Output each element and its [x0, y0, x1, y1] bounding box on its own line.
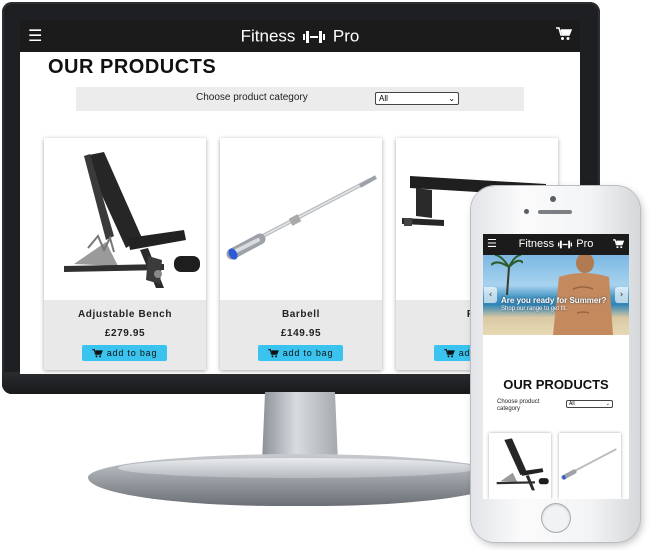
chevron-right-icon[interactable]: ›: [615, 287, 628, 303]
add-to-bag-button[interactable]: add to bag: [82, 345, 167, 361]
product-name[interactable]: Adjustable Bench: [44, 309, 206, 320]
chevron-left-icon[interactable]: ‹: [484, 287, 497, 303]
adjustable-bench-image: [496, 438, 549, 491]
mobile-category-select-value: All: [569, 401, 575, 407]
product-name[interactable]: Barbell: [220, 309, 382, 320]
cart-icon: [444, 349, 455, 358]
add-to-bag-label: add to bag: [282, 348, 334, 358]
banner-subline: Shop our range to get fit.: [501, 306, 568, 312]
product-price: £149.95: [280, 328, 322, 339]
chevron-down-icon: ⌄: [605, 401, 610, 407]
page-title: OUR PRODUCTS: [48, 56, 217, 78]
add-to-bag-button[interactable]: add to bag: [258, 345, 343, 361]
mobile-category-select[interactable]: All ⌄: [566, 400, 613, 408]
brand-text-right: Pro: [332, 26, 360, 46]
brand-logo[interactable]: Fitness Pro: [20, 25, 580, 48]
barbell-image: [561, 448, 617, 480]
cart-icon[interactable]: [613, 239, 624, 249]
banner-headline: Are you ready for Summer?: [501, 296, 607, 305]
product-card-body: Adjustable Bench £279.95 add to bag: [44, 300, 206, 370]
add-to-bag-label: add to bag: [106, 348, 158, 358]
product-price: £279.95: [104, 328, 146, 339]
phone-speaker: [538, 210, 572, 214]
athlete-graphic: [553, 255, 613, 335]
monitor-stand-base-top: [118, 458, 478, 478]
category-select[interactable]: All ⌄: [375, 92, 459, 105]
mobile-brand-logo[interactable]: Fitness Pro: [483, 237, 629, 252]
monitor-stand-neck: [262, 392, 338, 462]
mobile-product-card-barbell[interactable]: [559, 433, 621, 499]
adjustable-bench-image: [44, 138, 206, 300]
product-card-barbell[interactable]: Barbell £149.95 add to bag: [220, 138, 382, 370]
mobile-navbar: ☰ Fitness Pro: [483, 234, 629, 255]
barbell-image: [220, 138, 382, 300]
brand-text-left: Fitness: [240, 26, 296, 46]
cart-icon: [268, 349, 279, 358]
dumbbell-icon: [303, 30, 326, 43]
mobile-page-title: OUR PRODUCTS: [503, 377, 609, 392]
brand-text-left: Fitness: [518, 238, 555, 250]
mobile-screen: ☰ Fitness Pro Are you ready for Summer? …: [483, 234, 629, 499]
brand-text-right: Pro: [576, 238, 594, 250]
category-select-value: All: [379, 94, 388, 103]
product-card-body: Barbell £149.95 add to bag: [220, 300, 382, 370]
dumbbell-icon: [558, 240, 573, 248]
phone-frame: ☰ Fitness Pro Are you ready for Summer? …: [471, 186, 640, 542]
phone-camera: [550, 196, 556, 202]
cart-icon: [92, 349, 103, 358]
mobile-category-filter-label: Choose product category: [497, 399, 540, 412]
cart-icon[interactable]: [556, 27, 572, 41]
product-card-adjustable-bench[interactable]: Adjustable Bench £279.95 add to bag: [44, 138, 206, 370]
category-filter-bar: Choose product category All ⌄: [76, 87, 524, 111]
category-filter-label: Choose product category: [196, 92, 308, 103]
phone-home-button[interactable]: [542, 504, 570, 532]
phone-sensor: [524, 209, 529, 214]
navbar: ☰ Fitness Pro: [20, 20, 580, 52]
mobile-product-card-adjustable-bench[interactable]: [489, 433, 551, 499]
chevron-down-icon: ⌄: [448, 94, 455, 103]
hero-banner[interactable]: Are you ready for Summer? Shop our range…: [483, 255, 629, 335]
